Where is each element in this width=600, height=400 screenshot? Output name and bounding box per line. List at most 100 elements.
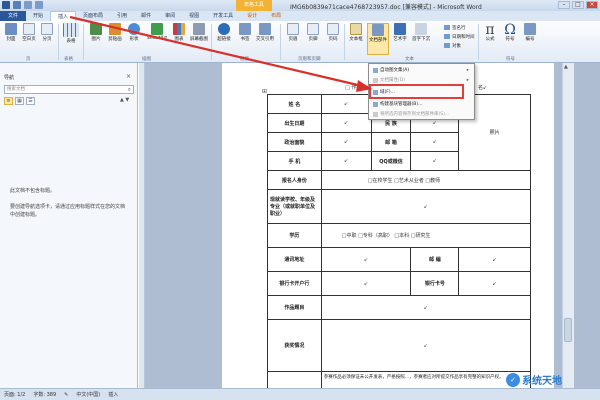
close-icon[interactable]: × — [126, 73, 131, 80]
screenshot-button[interactable]: 屏幕截图 — [190, 23, 208, 42]
label-award: 获奖情况 — [267, 319, 322, 372]
screenshot-label: 屏幕截图 — [190, 37, 208, 42]
page-break-button[interactable]: 分页 — [38, 23, 56, 42]
footer-button[interactable]: 页脚 — [304, 23, 322, 42]
menu-item-save-selection[interactable]: 将所选内容保存到文档部件库(S)... — [372, 110, 472, 119]
bookmark-button[interactable]: 书签 — [236, 23, 254, 42]
equation-button[interactable]: π 公式 — [481, 23, 499, 42]
status-language[interactable]: 中文(中国) — [76, 391, 100, 398]
textbox-button[interactable]: 文本框 — [347, 23, 365, 42]
nav-prev-next[interactable]: ▲ ▼ — [120, 97, 129, 103]
cover-page-button[interactable]: 封面 — [2, 23, 20, 42]
tab-page-layout[interactable]: 页面布局 — [76, 11, 110, 21]
page-number-button[interactable]: 页码 — [324, 23, 342, 42]
label-email: 邮 箱 — [370, 132, 412, 152]
label-name: 姓 名 — [267, 94, 322, 114]
wordart-button[interactable]: 艺术字 — [391, 23, 409, 42]
proofing-icon[interactable]: ✎ — [64, 392, 68, 398]
menu-item-autotext[interactable]: 自动图文集(A) ▸ — [372, 66, 472, 75]
pages-view-icon[interactable]: ▦ — [15, 97, 24, 105]
tab-design[interactable]: 设计 — [240, 11, 264, 21]
save-icon[interactable] — [13, 1, 21, 9]
undo-icon[interactable] — [24, 1, 32, 9]
cell-bank-no[interactable]: ↙ — [458, 271, 531, 296]
group-label-illustrations: 插图 — [142, 57, 151, 62]
header-button[interactable]: 页眉 — [284, 23, 302, 42]
quick-parts-button[interactable]: 文档部件 — [367, 23, 389, 55]
clipart-button[interactable]: 剪贴画 — [106, 23, 124, 42]
table-label: 表格 — [66, 39, 76, 44]
cell-phone[interactable]: ↙ — [320, 151, 372, 171]
title-bar: 表格工具 IMG6b0839e71cace4768723957.doc [兼容模… — [0, 0, 600, 11]
tab-view[interactable]: 视图 — [182, 11, 206, 21]
identity-options[interactable]: □在校学生 □艺术从业者 □教师 — [320, 170, 532, 190]
watermark-logo: ✓ 系统天地 — [506, 372, 562, 387]
tab-home[interactable]: 开始 — [26, 11, 50, 21]
cell-bank-name[interactable]: ↙ — [320, 271, 412, 296]
smartart-button[interactable]: SmartArt — [145, 23, 169, 41]
headings-view-icon[interactable]: ≡ — [4, 97, 13, 105]
drop-cap-icon — [415, 23, 427, 35]
group-divider — [58, 24, 59, 60]
navigation-pane: 导航 × 搜索文档 ⌕ ≡ ▦ ☰ ▲ ▼ 此文档不包含标题。 要创建导航选项卡… — [0, 63, 138, 388]
minimize-button[interactable]: – — [558, 1, 570, 9]
status-bar: 页面: 1/2 字数: 389 ✎ 中文(中国) 插入 — [0, 388, 600, 400]
cell-postcode[interactable]: ↙ — [458, 247, 531, 272]
label-postcode: 邮 编 — [410, 247, 460, 272]
wordart-icon — [394, 23, 406, 35]
status-words[interactable]: 字数: 389 — [33, 391, 56, 398]
tab-references[interactable]: 引用 — [110, 11, 134, 21]
status-page[interactable]: 页面: 1/2 — [4, 391, 25, 398]
context-tab-table-tools: 表格工具 — [236, 0, 272, 11]
cell-award[interactable]: ↙ — [320, 319, 532, 372]
cell-address[interactable]: ↙ — [320, 247, 412, 272]
redo-icon[interactable] — [35, 1, 43, 9]
tab-insert[interactable]: 插入 — [50, 11, 77, 21]
shapes-label: 形状 — [129, 37, 139, 42]
close-button[interactable]: × — [586, 1, 598, 9]
cross-reference-button[interactable]: 交叉引用 — [256, 23, 274, 42]
shapes-button[interactable]: 形状 — [125, 23, 143, 42]
cell-qq[interactable]: ↙ — [410, 151, 460, 171]
tab-layout[interactable]: 布局 — [264, 11, 288, 21]
cover-page-label: 封面 — [6, 37, 16, 42]
drop-cap-button[interactable]: 首字下沉 — [412, 23, 430, 42]
label-address: 通讯地址 — [267, 247, 322, 272]
tab-file[interactable]: 文件 — [0, 11, 27, 21]
tab-mailings[interactable]: 邮件 — [134, 11, 158, 21]
search-icon[interactable]: ⌕ — [128, 86, 131, 94]
object-button[interactable]: 对象 — [444, 43, 461, 49]
table-button[interactable]: 表格 — [62, 23, 80, 44]
search-input[interactable]: 搜索文档 ⌕ — [4, 85, 134, 94]
blank-page-button[interactable]: 空白页 — [20, 23, 38, 42]
menu-item-autotext-label: 自动图文集(A) — [380, 68, 410, 73]
menu-item-building-blocks[interactable]: 构建基块管理器(B)... — [372, 100, 472, 109]
menu-item-building-blocks-label: 构建基块管理器(B)... — [380, 102, 423, 107]
maximize-button[interactable]: □ — [572, 1, 584, 9]
scrollbar-thumb[interactable] — [564, 318, 572, 342]
label-education: 学历 — [267, 223, 322, 248]
tab-developer[interactable]: 开发工具 — [206, 11, 240, 21]
cell-school[interactable]: ↙ — [320, 189, 532, 224]
results-view-icon[interactable]: ☰ — [26, 97, 35, 105]
symbol-button[interactable]: Ω 符号 — [501, 23, 519, 42]
cell-email[interactable]: ↙ — [410, 132, 460, 152]
scroll-up-icon[interactable]: ▲ — [564, 64, 568, 70]
smartart-icon — [151, 23, 163, 35]
cell-work-title[interactable]: ↙ — [320, 295, 532, 320]
signature-line-button[interactable]: 签名行 — [444, 25, 466, 31]
tab-review[interactable]: 审阅 — [158, 11, 182, 21]
numbering-label: 编号 — [525, 37, 535, 42]
education-options[interactable]: □中职 □专科（高职） □本科 □研究生 — [320, 223, 532, 248]
hyperlink-button[interactable]: 超链接 — [215, 23, 233, 42]
chart-button[interactable]: 图表 — [170, 23, 188, 42]
numbering-button[interactable]: 编号 — [521, 23, 539, 42]
cell-politics[interactable]: ↙ — [320, 132, 372, 152]
cell-name[interactable]: ↙ — [320, 94, 372, 114]
status-mode[interactable]: 插入 — [108, 391, 118, 398]
date-time-button[interactable]: 日期和时间 — [444, 34, 475, 40]
nav-title: 导航 — [4, 75, 15, 81]
picture-button[interactable]: 图片 — [87, 23, 105, 42]
bookmark-icon — [239, 23, 251, 35]
cell-birth[interactable]: ↙ — [320, 113, 372, 133]
